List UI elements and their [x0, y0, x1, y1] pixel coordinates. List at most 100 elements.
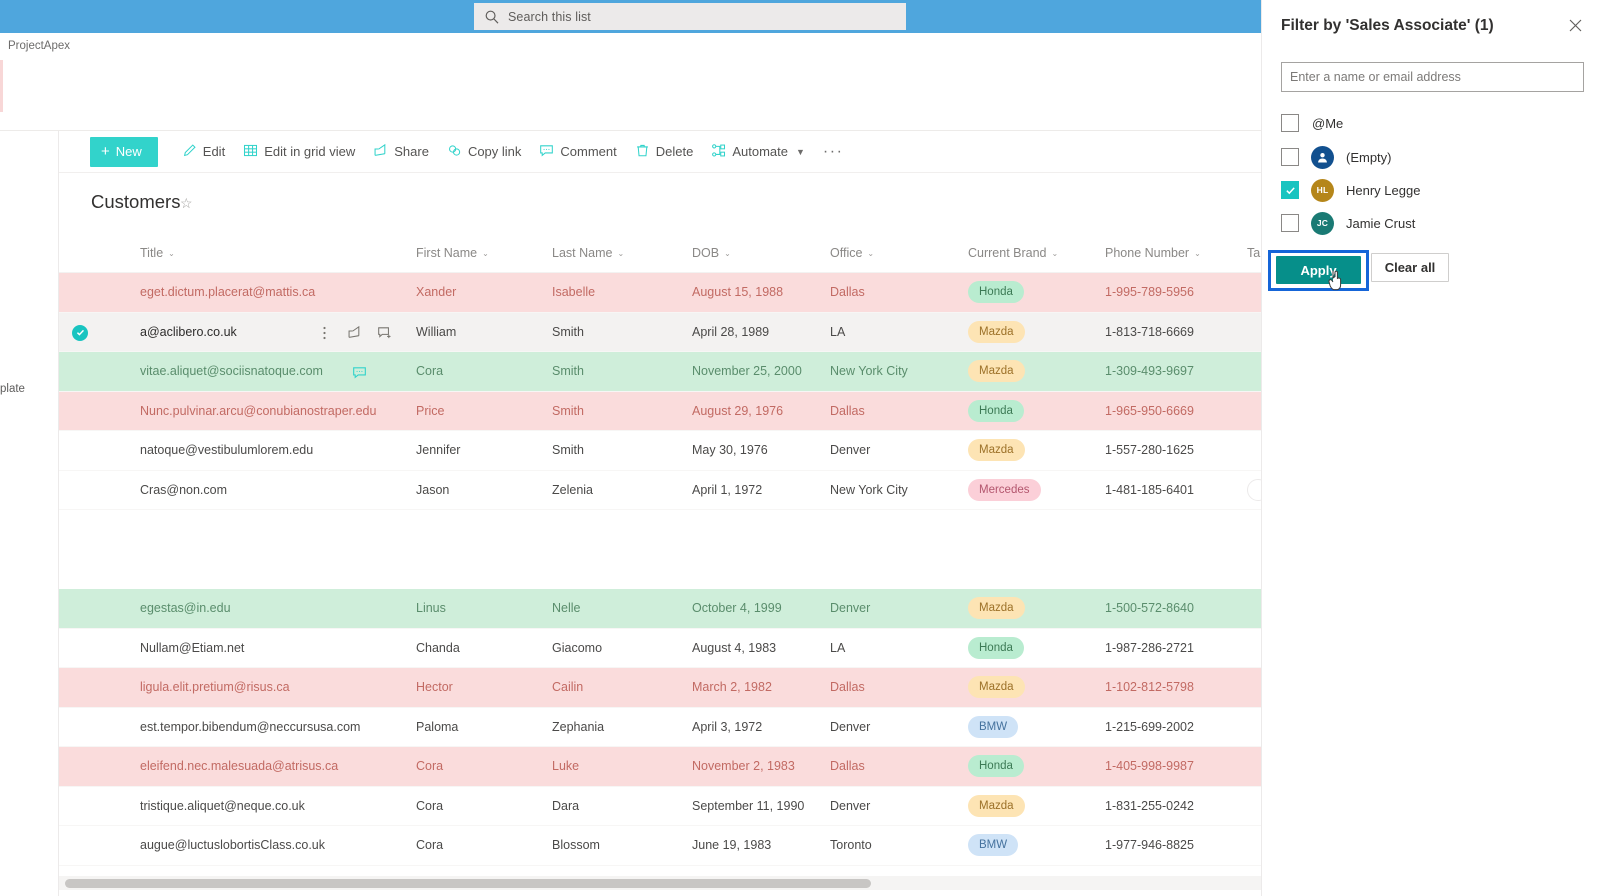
- cell-title[interactable]: eget.dictum.placerat@mattis.ca: [140, 285, 315, 299]
- cell-first: Cora: [416, 838, 444, 852]
- copy-link-button[interactable]: Copy link: [438, 136, 530, 168]
- close-icon[interactable]: [1564, 14, 1586, 36]
- filter-option-jamie-crust[interactable]: JC Jamie Crust: [1281, 210, 1415, 236]
- checkbox[interactable]: [1281, 148, 1299, 166]
- edit-in-grid-view-button[interactable]: Edit in grid view: [234, 136, 364, 168]
- brand-pill: Mazda: [968, 360, 1025, 382]
- star-icon[interactable]: ☆: [180, 195, 193, 212]
- cell-title[interactable]: vitae.aliquet@sociisnatoque.com: [140, 364, 323, 378]
- column-header-phone[interactable]: Phone Number ⌄: [1105, 246, 1201, 260]
- app-root: Search this list ProjectApex plate + New…: [0, 0, 1600, 896]
- scrollbar-thumb[interactable]: [65, 879, 871, 888]
- add-comment-icon[interactable]: [369, 322, 399, 344]
- apply-button[interactable]: Apply: [1276, 256, 1361, 284]
- comment-icon[interactable]: [344, 361, 374, 383]
- brand-pill: Mercedes: [968, 478, 1041, 501]
- table-row[interactable]: augue@luctuslobortisClass.co.uk Cora Bloss…: [59, 826, 1261, 866]
- clear-all-button[interactable]: Clear all: [1371, 253, 1449, 282]
- table-row[interactable]: eget.dictum.placerat@mattis.ca Xander Isab…: [59, 273, 1261, 313]
- table-row[interactable]: Nullam@Etiam.net Chanda Giacomo August 4, 1…: [59, 629, 1261, 668]
- column-header-brand[interactable]: Current Brand ⌄: [968, 246, 1058, 260]
- chevron-down-icon: ⌄: [617, 248, 625, 258]
- table-row[interactable]: ligula.elit.pretium@risus.ca Hector Cailin…: [59, 668, 1261, 708]
- share-label: Share: [394, 144, 429, 159]
- filter-option-me[interactable]: @Me: [1281, 110, 1343, 136]
- cell-phone: 1-995-789-5956: [1105, 285, 1194, 299]
- share-icon: [373, 143, 388, 161]
- cell-last: Cailin: [552, 680, 584, 694]
- share-icon[interactable]: [339, 322, 369, 344]
- table-row[interactable]: natoque@vestibulumlorem.edu Jennifer Smith…: [59, 431, 1261, 471]
- filter-option-empty[interactable]: (Empty): [1281, 144, 1392, 170]
- cell-first: Xander: [416, 285, 457, 299]
- more-commands-button[interactable]: ···: [814, 143, 852, 161]
- comment-button[interactable]: Comment: [530, 136, 625, 168]
- table-row[interactable]: a@aclibero.co.uk William Smith April 28, 19…: [59, 312, 1261, 352]
- table-row-spacer: [59, 510, 1261, 589]
- cell-title[interactable]: natoque@vestibulumlorem.edu: [140, 443, 313, 457]
- site-name[interactable]: ProjectApex: [8, 40, 70, 52]
- brand-pill: Mazda: [968, 439, 1025, 461]
- table-row[interactable]: egestas@in.edu Linus Nelle October 4, 1999 D…: [59, 589, 1261, 629]
- cell-title[interactable]: ligula.elit.pretium@risus.ca: [140, 680, 290, 694]
- cell-dob: June 19, 1983: [692, 838, 772, 852]
- table-row[interactable]: tristique.aliquet@neque.co.uk Cora Dara Sep…: [59, 787, 1261, 826]
- more-options-icon[interactable]: [309, 322, 339, 344]
- new-button[interactable]: + New: [90, 136, 158, 167]
- checkbox[interactable]: [1281, 181, 1299, 199]
- cell-last: Smith: [552, 364, 584, 378]
- share-button[interactable]: Share: [364, 136, 438, 168]
- column-header-dob[interactable]: DOB ⌄: [692, 246, 731, 260]
- filter-panel-title: Filter by 'Sales Associate' (1): [1281, 17, 1494, 34]
- cell-title[interactable]: tristique.aliquet@neque.co.uk: [140, 799, 305, 813]
- cell-last: Isabelle: [552, 285, 596, 299]
- table-row[interactable]: est.tempor.bibendum@neccursusa.com Paloma…: [59, 708, 1261, 747]
- link-icon: [447, 143, 462, 161]
- left-accent-bar: [0, 60, 3, 112]
- table-row[interactable]: Nunc.pulvinar.arcu@conubianostraper.edu P…: [59, 391, 1261, 431]
- cell-title[interactable]: Nunc.pulvinar.arcu@conubianostraper.edu: [140, 404, 376, 418]
- table-row[interactable]: Cras@non.com Jason Zelenia April 1, 1972 New…: [59, 471, 1261, 510]
- column-header-title[interactable]: Title ⌄: [140, 246, 175, 260]
- horizontal-scrollbar[interactable]: [59, 876, 1261, 890]
- table-row[interactable]: vitae.aliquet@sociisnatoque.com Cora Smith…: [59, 352, 1261, 392]
- cell-phone: 1-965-950-6669: [1105, 403, 1194, 418]
- checkbox[interactable]: [1281, 114, 1299, 132]
- cell-phone: 1-481-185-6401: [1105, 482, 1194, 497]
- filter-option-henry-legge[interactable]: HL Henry Legge: [1281, 177, 1420, 203]
- edit-button[interactable]: Edit: [173, 136, 234, 168]
- cell-title[interactable]: augue@luctuslobortisClass.co.uk: [140, 838, 325, 852]
- cell-title[interactable]: egestas@in.edu: [140, 601, 231, 615]
- checkbox[interactable]: [1281, 214, 1299, 232]
- cell-office: New York City: [830, 482, 908, 497]
- row-comment-indicator[interactable]: [344, 361, 374, 383]
- cell-phone: 1-557-280-1625: [1105, 443, 1194, 457]
- column-header-first[interactable]: First Name ⌄: [416, 246, 489, 260]
- brand-pill: Mazda: [968, 597, 1025, 619]
- column-header-clipped[interactable]: Ta⌄: [1247, 246, 1261, 260]
- cell-first: Hector: [416, 680, 453, 694]
- cell-title[interactable]: a@aclibero.co.uk: [140, 325, 237, 339]
- people-picker-input[interactable]: [1281, 62, 1584, 92]
- trash-icon: [635, 143, 650, 161]
- cell-title[interactable]: est.tempor.bibendum@neccursusa.com: [140, 720, 360, 734]
- column-header-office[interactable]: Office ⌄: [830, 246, 874, 260]
- row-selected-checkmark-icon[interactable]: [72, 324, 88, 341]
- automate-button[interactable]: Automate ▼: [702, 136, 814, 168]
- cell-first: Jason: [416, 482, 450, 497]
- brand-pill: Honda: [968, 399, 1024, 422]
- cell-first: Chanda: [416, 640, 460, 655]
- column-header-last[interactable]: Last Name ⌄: [552, 246, 624, 260]
- table-row[interactable]: eleifend.nec.malesuada@atrisus.ca Cora Luk…: [59, 747, 1261, 787]
- search-input[interactable]: Search this list: [474, 3, 906, 30]
- cell-last: Blossom: [552, 838, 600, 852]
- cell-title[interactable]: Nullam@Etiam.net: [140, 641, 244, 655]
- cell-dob: August 4, 1983: [692, 640, 777, 655]
- cell-title[interactable]: Cras@non.com: [140, 483, 227, 497]
- cell-office: Dallas: [830, 285, 865, 299]
- delete-button[interactable]: Delete: [626, 136, 703, 168]
- cell-title[interactable]: eleifend.nec.malesuada@atrisus.ca: [140, 759, 338, 773]
- cell-last: Smith: [552, 324, 584, 339]
- filter-option-label: Jamie Crust: [1346, 215, 1416, 231]
- filter-option-label: Henry Legge: [1346, 182, 1421, 198]
